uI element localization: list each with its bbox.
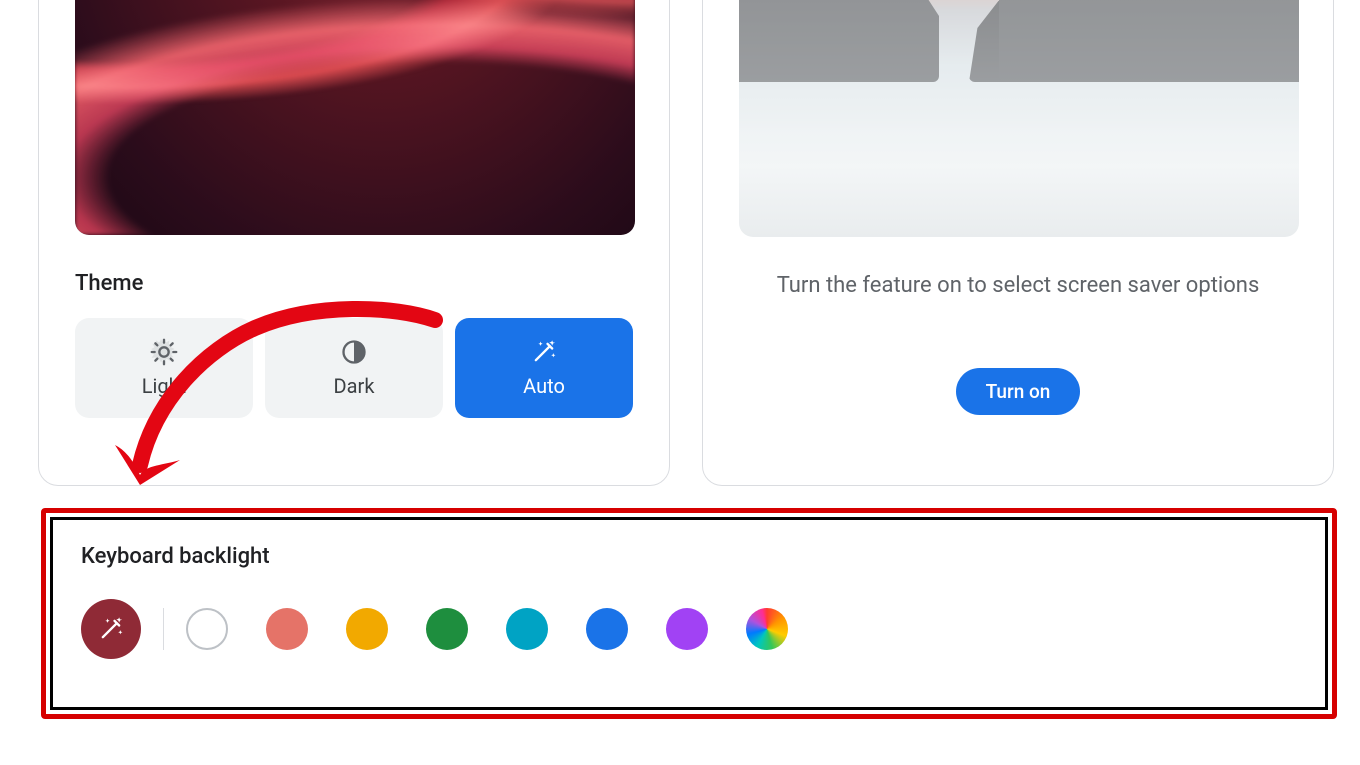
backlight-swatch-yellow[interactable]: [346, 608, 388, 650]
theme-dark-button[interactable]: Dark: [265, 318, 443, 418]
magic-wand-icon: [97, 615, 125, 643]
screensaver-card: Turn the feature on to select screen sav…: [702, 0, 1334, 486]
backlight-swatch-red[interactable]: [266, 608, 308, 650]
keyboard-backlight-card: Keyboard backlight: [50, 517, 1328, 710]
wallpaper-theme-card: Theme Light: [38, 0, 670, 486]
backlight-swatch-teal[interactable]: [506, 608, 548, 650]
theme-light-button[interactable]: Light: [75, 318, 253, 418]
backlight-swatch-auto[interactable]: [81, 599, 141, 659]
backlight-swatch-green[interactable]: [426, 608, 468, 650]
settings-personalization-page: Theme Light: [0, 0, 1360, 765]
backlight-swatch-white[interactable]: [186, 608, 228, 650]
screensaver-turn-on-button[interactable]: Turn on: [956, 368, 1081, 415]
backlight-swatch-purple[interactable]: [666, 608, 708, 650]
screensaver-caption: Turn the feature on to select screen sav…: [739, 273, 1297, 298]
backlight-swatch-blue[interactable]: [586, 608, 628, 650]
theme-dark-label: Dark: [334, 374, 375, 398]
swatch-divider: [163, 608, 164, 650]
backlight-swatch-rainbow[interactable]: [746, 608, 788, 650]
magic-wand-icon: [530, 338, 558, 366]
keyboard-backlight-highlight: Keyboard backlight: [41, 508, 1337, 719]
theme-section-title: Theme: [75, 271, 633, 296]
theme-light-label: Light: [142, 374, 186, 398]
wallpaper-preview[interactable]: [75, 0, 635, 235]
screensaver-preview: [739, 0, 1299, 237]
theme-auto-label: Auto: [523, 374, 565, 398]
keyboard-backlight-swatches: [81, 599, 1297, 659]
theme-auto-button[interactable]: Auto: [455, 318, 633, 418]
theme-options: Light Dark Auto: [75, 318, 633, 418]
brightness-icon: [150, 338, 178, 366]
contrast-icon: [340, 338, 368, 366]
keyboard-backlight-title: Keyboard backlight: [81, 544, 1297, 569]
